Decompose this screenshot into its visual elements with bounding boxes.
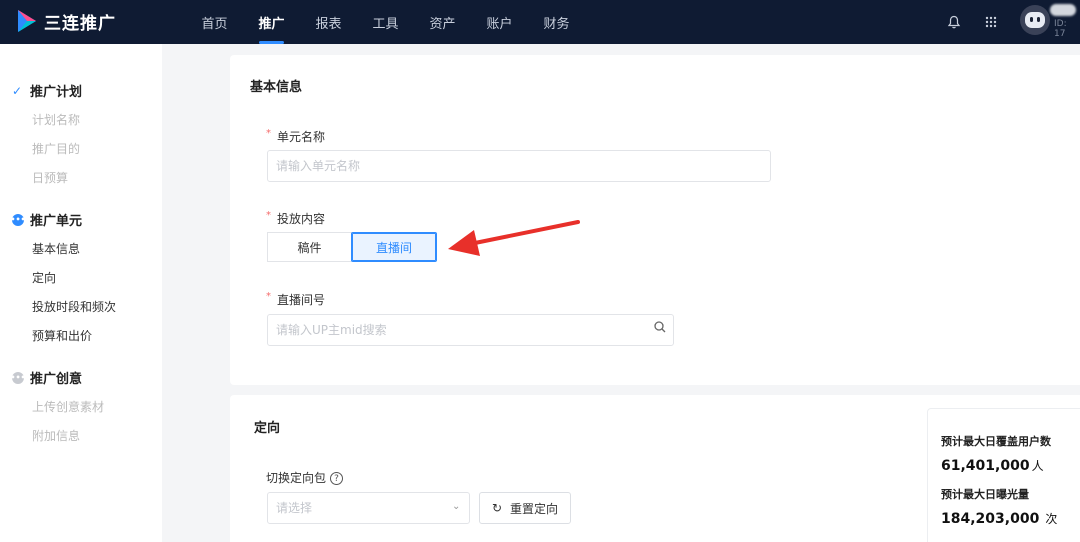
annotation-arrow-icon [448,220,580,256]
refresh-icon: ↻ [491,501,503,515]
option-manuscript[interactable]: 稿件 [267,232,352,262]
sidebar-item-budget-bid[interactable]: 预算和出价 [32,327,92,344]
estimate-panel: 预计最大日覆盖用户数 61,401,000 人 预计最大日曝光量 184,203,… [927,408,1080,542]
nav-tools[interactable]: 工具 [357,0,414,44]
top-navbar: 三连推广 首页 推广 报表 工具 资产 账户 财务 ID: 17 [0,0,1080,44]
user-id: ID: 17 [1054,19,1067,39]
sidebar-item-schedule[interactable]: 投放时段和频次 [32,298,116,315]
sidebar-item-targeting[interactable]: 定向 [32,269,56,286]
targeting-title: 定向 [254,421,281,436]
nav-assets[interactable]: 资产 [414,0,471,44]
coverage-users-value: 61,401,000 人 [941,458,1044,474]
robot-avatar-icon [1025,12,1045,28]
apps-grid-icon[interactable] [980,11,1002,33]
live-room-search-input[interactable] [267,314,674,346]
coverage-users-label: 预计最大日覆盖用户数 [941,435,1051,448]
sidebar-group-unit[interactable]: ••• 推广单元 [10,210,83,229]
ellipsis-icon: ••• [10,371,26,384]
exposure-value: 184,203,000 次 [941,511,1058,527]
basic-info-title: 基本信息 [250,80,303,95]
user-name-redacted [1050,4,1076,16]
switch-package-label: 切换定向包? [266,469,344,486]
sidebar-item-daily-budget[interactable]: 日预算 [32,169,68,186]
sidebar-group-plan[interactable]: ✓ 推广计划 [12,81,83,101]
unit-name-label: * 单元名称 [266,128,326,144]
help-icon[interactable]: ? [330,472,344,485]
ellipsis-icon: ••• [10,213,26,226]
delivery-content-label: * 投放内容 [266,210,326,226]
sidebar-item-extra-info[interactable]: 附加信息 [32,427,80,444]
targeting-package-select[interactable] [267,492,470,524]
nav-account[interactable]: 账户 [471,0,528,44]
play-logo-icon [18,10,36,32]
sidebar-group-creative[interactable]: ••• 推广创意 [10,368,83,387]
check-icon: ✓ [12,83,23,98]
nav-reports[interactable]: 报表 [300,0,357,44]
sidebar-item-upload-creative[interactable]: 上传创意素材 [32,398,104,415]
app-logo[interactable]: 三连推广 [16,8,116,34]
sidebar-group-label: 推广计划 [30,85,83,100]
nav-promotion[interactable]: 推广 [243,0,300,44]
nav-finance[interactable]: 财务 [528,0,585,44]
sidebar-item-purpose[interactable]: 推广目的 [32,140,80,157]
live-room-label: * 直播间号 [266,291,326,307]
sidebar-item-plan-name[interactable]: 计划名称 [32,111,80,128]
step-sidebar: ✓ 推广计划 计划名称 推广目的 日预算 ••• 推广单元 基本信息 定向 投放… [0,44,162,542]
exposure-label: 预计最大日曝光量 [941,488,1029,501]
sidebar-group-label: 推广创意 [30,372,83,387]
chevron-down-icon: ⌄ [452,501,461,512]
search-icon[interactable] [653,320,667,334]
option-live-room[interactable]: 直播间 [351,232,437,262]
sidebar-group-label: 推广单元 [30,214,83,229]
sidebar-item-basic-info[interactable]: 基本信息 [32,240,80,257]
bell-icon[interactable] [943,11,965,33]
main-nav: 首页 推广 报表 工具 资产 账户 财务 [186,0,585,44]
user-avatar[interactable] [1020,5,1050,35]
unit-name-input[interactable] [267,150,771,182]
reset-targeting-button[interactable]: ↻ 重置定向 [479,492,571,524]
nav-home[interactable]: 首页 [186,0,243,44]
app-name: 三连推广 [44,13,116,34]
